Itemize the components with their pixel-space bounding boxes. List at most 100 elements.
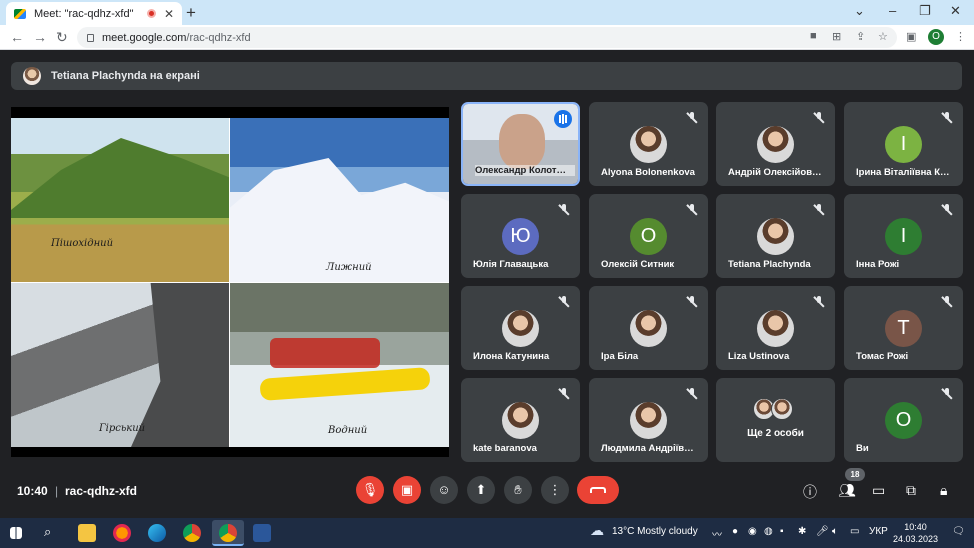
chat-icon[interactable]: ▭ <box>872 482 885 499</box>
language-indicator[interactable]: УКР <box>869 526 888 537</box>
muted-mic-icon <box>813 296 825 308</box>
participant-name: Юлія Главацька <box>473 259 549 270</box>
participant-tile[interactable]: І Ірина Віталіївна К… <box>844 102 963 186</box>
participant-initial-avatar: І <box>885 126 922 163</box>
separator: | <box>55 484 59 498</box>
profile-avatar[interactable]: O <box>928 29 944 45</box>
mic-off-button[interactable]: 🎙︎ <box>356 476 384 504</box>
bluetooth-icon[interactable]: ✱ <box>798 526 806 537</box>
tab-title: Meet: "rac-qdhz-xfd" <box>34 7 134 20</box>
shared-screen[interactable]: Пішохідний Лижний Гірський Водний <box>11 107 449 457</box>
participant-tile[interactable]: kate baranova <box>461 378 580 462</box>
new-tab-button[interactable]: + <box>186 3 196 23</box>
file-explorer-icon[interactable] <box>78 524 96 542</box>
viber-icon[interactable]: ◉ <box>748 526 757 537</box>
side-panel-icon[interactable]: ▣ <box>906 30 916 43</box>
participant-tile[interactable]: Илона Катунина <box>461 286 580 370</box>
battery-icon[interactable]: ▭ <box>850 526 859 537</box>
raise-hand-button[interactable]: ✋︎ <box>504 476 532 504</box>
url-text: meet.google.com/rac-qdhz-xfd <box>102 31 251 44</box>
meeting-time: 10:40 <box>17 484 48 498</box>
back-arrow-icon[interactable]: ← <box>10 29 24 45</box>
participant-name: Олексій Ситник <box>601 259 675 270</box>
browser-menu-icon[interactable]: ⋮ <box>955 30 966 43</box>
muted-mic-icon <box>941 112 953 124</box>
search-icon[interactable]: ⌕ <box>44 524 51 540</box>
close-window-button[interactable]: ✕ <box>950 3 961 19</box>
muted-mic-icon <box>941 296 953 308</box>
tray-app2-icon[interactable]: ◍ <box>764 526 773 537</box>
participant-name: Alyona Bolonenkova <box>601 167 695 178</box>
camera-off-icon: ▣ <box>400 482 414 497</box>
forward-arrow-icon[interactable]: → <box>33 29 47 45</box>
emoji-icon: ☺ <box>437 482 451 497</box>
muted-mic-icon <box>813 112 825 124</box>
participant-tile[interactable]: Андрій Олексійов… <box>716 102 835 186</box>
presenting-banner: Tetiana Plachynda на екрані <box>11 62 962 90</box>
firefox-icon[interactable] <box>113 524 131 542</box>
share-icon[interactable]: ⇪ <box>856 30 865 43</box>
minimize-button[interactable]: – <box>889 3 896 18</box>
camera-off-button[interactable]: ▣ <box>393 476 421 504</box>
browser-tab-strip: Meet: "rac-qdhz-xfd" ✕ + ⌄ – ❐ ✕ <box>0 0 974 25</box>
chrome-icon[interactable] <box>183 524 201 542</box>
camera-icon[interactable]: ■ <box>810 30 817 42</box>
more-options-button[interactable]: ⋮ <box>541 476 569 504</box>
weather-text[interactable]: 13°C Mostly cloudy <box>612 526 698 537</box>
slide-photo-skiing: Лижний <box>230 118 449 282</box>
participant-name: Tetiana Plachynda <box>728 259 811 270</box>
reload-icon[interactable]: ↻ <box>56 29 68 46</box>
tray-app3-icon[interactable]: ▪ <box>780 526 784 537</box>
meeting-info-icon[interactable]: ⓘ <box>803 482 817 502</box>
tab-search-icon[interactable]: ⌄ <box>854 3 865 19</box>
participant-tile[interactable]: Alyona Bolonenkova <box>589 102 708 186</box>
participant-initial-avatar: О <box>630 218 667 255</box>
taskbar-date: 24.03.2023 <box>893 534 939 544</box>
muted-mic-icon <box>686 388 698 400</box>
participant-tile[interactable]: О Ви <box>844 378 963 462</box>
participant-tile[interactable]: О Олексій Ситник <box>589 194 708 278</box>
participant-tile[interactable]: Т Томас Рожі <box>844 286 963 370</box>
participant-tile[interactable]: І Інна Рожі <box>844 194 963 278</box>
people-icon[interactable]: 👥︎ <box>838 482 856 499</box>
tray-app-icon[interactable]: ● <box>732 526 738 537</box>
presentation-slide: Пішохідний Лижний Гірський Водний <box>11 118 449 447</box>
participant-tile[interactable]: Tetiana Plachynda <box>716 194 835 278</box>
tab-close-icon[interactable]: ✕ <box>164 7 174 21</box>
present-screen-button[interactable]: ⬆ <box>467 476 495 504</box>
maximize-button[interactable]: ❐ <box>919 3 931 19</box>
wifi-icon[interactable]: 〰 <box>712 526 722 541</box>
participant-avatar <box>757 126 794 163</box>
windows-start-icon[interactable] <box>10 527 22 539</box>
participant-name: Liza Ustinova <box>728 351 790 362</box>
bookmark-star-icon[interactable]: ☆ <box>878 30 888 43</box>
notifications-icon[interactable]: 🗨︎ <box>952 526 965 537</box>
speaker-icon[interactable]: 🔈︎ <box>832 526 838 537</box>
microphone-tray-icon[interactable]: 🎤︎ <box>816 526 829 537</box>
participant-initial-avatar: О <box>885 402 922 439</box>
leave-call-button[interactable] <box>577 476 619 504</box>
browser-tab-meet[interactable]: Meet: "rac-qdhz-xfd" ✕ <box>6 2 182 25</box>
edge-icon[interactable] <box>148 524 166 542</box>
taskbar-clock[interactable]: 10:40 24.03.2023 <box>893 521 938 545</box>
translate-icon[interactable]: ⊞ <box>832 30 841 43</box>
participant-initial-avatar: Ю <box>502 218 539 255</box>
participant-tile[interactable]: Ще 2 особи <box>716 378 835 462</box>
participant-tile[interactable]: Ю Юлія Главацька <box>461 194 580 278</box>
chrome-icon-active <box>219 524 237 542</box>
participant-avatar <box>630 126 667 163</box>
participant-tile[interactable]: Людмила Андріїв… <box>589 378 708 462</box>
reactions-button[interactable]: ☺ <box>430 476 458 504</box>
word-icon[interactable] <box>253 524 271 542</box>
presenter-avatar <box>23 67 41 85</box>
participant-tile[interactable]: Іра Біла <box>589 286 708 370</box>
participant-tile[interactable]: Liza Ustinova <box>716 286 835 370</box>
address-bar[interactable]: meet.google.com/rac-qdhz-xfd <box>77 27 897 48</box>
participant-tile[interactable]: Олександр Колот… <box>461 102 580 186</box>
muted-mic-icon <box>813 204 825 216</box>
slide-label-mountain: Гірський <box>99 423 146 434</box>
activities-icon[interactable]: ⧉ <box>906 482 916 499</box>
slide-label-skiing: Лижний <box>326 262 372 273</box>
host-controls-icon[interactable]: 🔒︎ <box>940 482 947 499</box>
slide-photo-mountain: Гірський <box>11 283 229 447</box>
